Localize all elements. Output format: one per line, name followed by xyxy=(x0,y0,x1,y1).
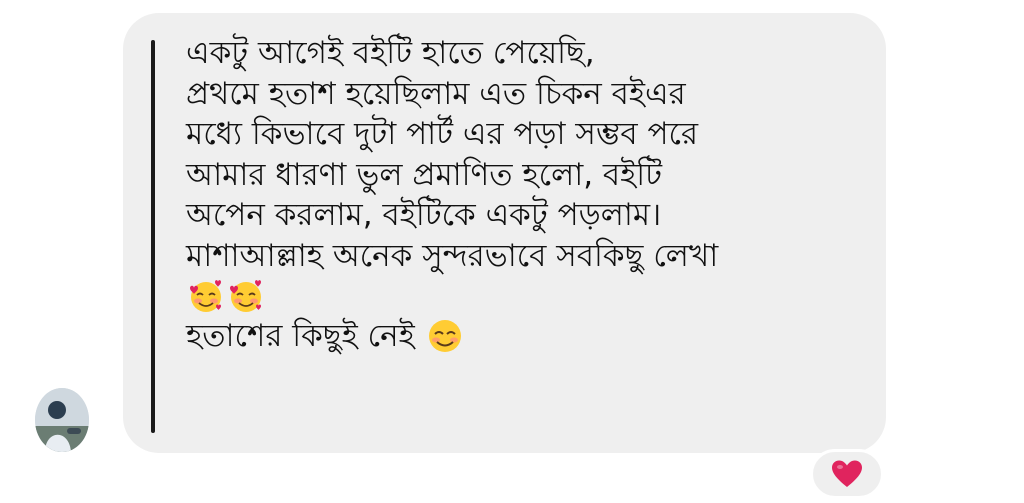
quote-bar xyxy=(151,40,155,433)
chat-row: একটু আগেই বইটি হাতে পেয়েছি, প্রথমে হতাশ… xyxy=(0,0,1024,503)
avatar-photo xyxy=(35,388,89,452)
emoji-line xyxy=(186,276,866,316)
message-line: আমার ধারণা ভুল প্রমাণিত হলো, বইটি xyxy=(186,156,663,193)
message-line: অপেন করলাম, বইটিকে একটু পড়লাম। xyxy=(186,197,662,233)
message-last-line: হতাশের কিছুই নেই xyxy=(186,316,866,356)
sender-avatar[interactable] xyxy=(35,388,89,452)
message-bubble[interactable]: একটু আগেই বইটি হাতে পেয়েছি, প্রথমে হতাশ… xyxy=(123,13,886,453)
smiling-face-with-smiling-eyes-icon xyxy=(425,316,465,356)
reaction-badge[interactable] xyxy=(810,449,884,499)
message-line: মধ্যে কিভাবে দুটা পার্ট এর পড়া সম্ভব পর… xyxy=(186,116,699,152)
message-line: প্রথমে হতাশ হয়েছিলাম এত চিকন বইএর xyxy=(186,75,686,112)
red-heart-icon xyxy=(832,460,862,487)
message-line: মাশাআল্লাহ অনেক সুন্দরভাবে সবকিছু লেখা xyxy=(186,237,719,274)
message-line: হতাশের কিছুই নেই xyxy=(186,317,415,354)
message-text: একটু আগেই বইটি হাতে পেয়েছি, প্রথমে হতাশ… xyxy=(186,33,866,356)
smiling-face-with-hearts-icon xyxy=(226,276,266,316)
smiling-face-with-hearts-icon xyxy=(186,276,226,316)
message-line: একটু আগেই বইটি হাতে পেয়েছি, xyxy=(186,35,595,71)
